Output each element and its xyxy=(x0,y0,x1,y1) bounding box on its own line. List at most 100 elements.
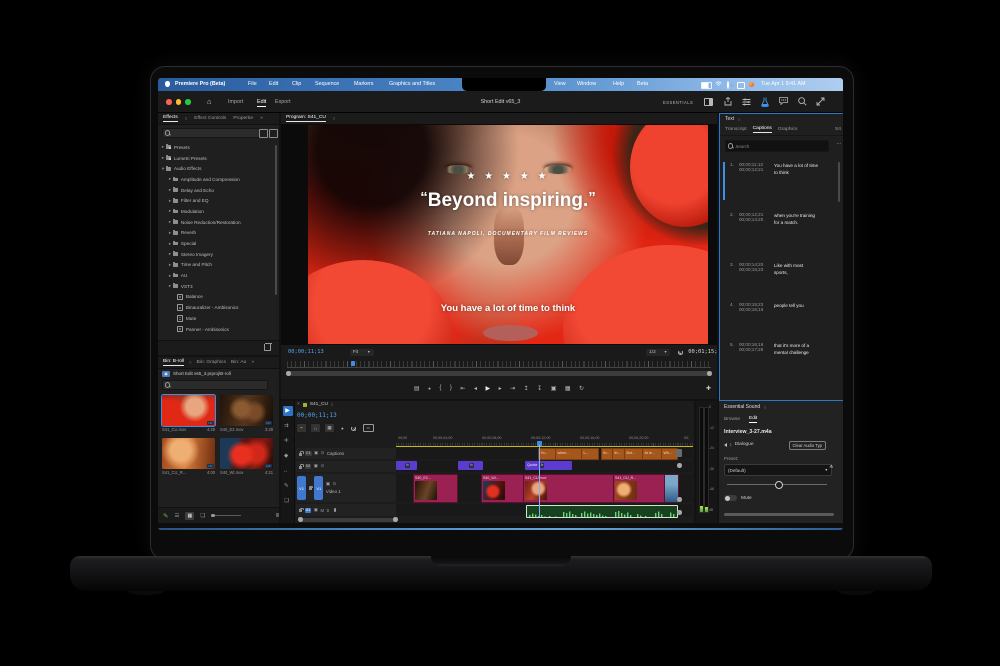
timeline-wrench-icon[interactable] xyxy=(351,426,356,431)
intensity-slider-track[interactable] xyxy=(727,484,827,485)
slip-tool[interactable]: ↔ xyxy=(283,468,288,474)
captions-search-input[interactable]: Search xyxy=(725,140,829,152)
tree-item[interactable]: ▸Time and Pitch xyxy=(160,260,272,271)
lock-icon[interactable] xyxy=(299,509,302,512)
lift-icon[interactable]: ↥ xyxy=(524,385,529,392)
icon-view-button[interactable]: ▦ xyxy=(185,512,194,520)
caption-row[interactable]: 1. 00;00;11;1300;00;12;21 You have a lot… xyxy=(730,162,818,177)
share-icon[interactable] xyxy=(724,97,732,106)
menu-graphics-titles[interactable]: Graphics and Titles xyxy=(389,81,435,87)
track-mute-button[interactable]: M xyxy=(320,508,324,513)
audio-effects-filter-icon[interactable] xyxy=(269,129,278,138)
intensity-slider-thumb[interactable] xyxy=(775,481,783,489)
clip-item[interactable]: ••• S41_CU_R...4:00 xyxy=(162,438,215,475)
tree-item[interactable]: ▸Lumetri Presets xyxy=(160,153,272,164)
tabs-overflow-icon[interactable]: » xyxy=(260,116,263,121)
beta-flask-icon[interactable] xyxy=(761,97,769,107)
video-clip[interactable]: S40_WI... xyxy=(481,474,525,503)
tab-program[interactable]: Program: S41_CU xyxy=(286,115,326,122)
caption-row[interactable]: 2. 00;00;12;2100;00;14;20 when you're tr… xyxy=(730,212,818,227)
program-video-frame[interactable]: ★ ★ ★ ★ ★ “Beyond inspiring.” TATIANA NA… xyxy=(308,125,708,344)
insert-track-icon[interactable]: ▣ xyxy=(326,482,330,486)
settings-wrench-icon[interactable] xyxy=(677,350,682,355)
graphic-clip[interactable]: fx xyxy=(396,461,417,470)
go-to-in-icon[interactable]: ⇤ xyxy=(460,385,465,392)
feedback-chat-icon[interactable] xyxy=(779,97,788,105)
user-avatar[interactable] xyxy=(749,82,754,87)
tab-bin-graphics[interactable]: Bin: Graphics xyxy=(197,360,226,365)
snap-toggle[interactable]: ⌁ xyxy=(296,423,307,433)
lock-icon[interactable] xyxy=(309,487,312,490)
tree-item[interactable]: ▸AU xyxy=(160,270,272,281)
tree-item[interactable]: ▸Amplitude and Compression xyxy=(160,174,272,185)
scroll-handle-left[interactable] xyxy=(298,517,303,522)
playhead-line[interactable] xyxy=(539,445,540,517)
v2-track-lane[interactable]: fx fx Quote fx xyxy=(396,461,693,472)
panel-menu-icon[interactable]: ≡ xyxy=(185,116,187,121)
tab-bin-broll[interactable]: Bin: B-roll xyxy=(163,359,184,366)
menu-file[interactable]: File xyxy=(248,81,257,87)
freeform-view-icon[interactable]: ❏ xyxy=(200,513,205,519)
clear-audio-type-button[interactable]: Clear Audio Typ xyxy=(789,441,826,450)
clip-options-badge[interactable]: ••• xyxy=(265,421,272,425)
tree-item[interactable]: ▸Special xyxy=(160,238,272,249)
export-frame-icon[interactable]: ▤ xyxy=(414,385,420,392)
mark-in-icon[interactable]: { xyxy=(439,385,441,391)
lane-scroll-knob[interactable] xyxy=(677,463,682,468)
track-target-v1[interactable]: V1 xyxy=(314,476,323,500)
tab-extra[interactable]: S4 xyxy=(835,127,843,132)
tab-effect-controls[interactable]: Effect Controls xyxy=(194,116,226,121)
close-icon[interactable]: × xyxy=(297,402,300,407)
sort-icon[interactable]: ≣ xyxy=(275,513,279,519)
add-marker-icon[interactable]: ● xyxy=(428,386,431,391)
export-settings-icon[interactable] xyxy=(742,98,751,106)
hand-tool[interactable]: ❏ xyxy=(284,498,289,504)
selection-tool[interactable]: ▶ xyxy=(283,406,293,416)
tree-item[interactable]: ▾Audio Effects xyxy=(160,163,272,174)
tab-transcript[interactable]: Transcript xyxy=(725,127,747,132)
audio-clip[interactable] xyxy=(526,505,678,518)
step-forward-icon[interactable]: ▸ xyxy=(499,385,502,392)
mic-icon[interactable] xyxy=(334,508,337,512)
insert-track-icon[interactable]: ▣ xyxy=(314,464,318,468)
fit-dropdown[interactable]: Fit▼ xyxy=(350,349,374,356)
razor-tool[interactable]: ◆ xyxy=(284,453,288,459)
captions-scrollbar[interactable] xyxy=(838,162,840,202)
sequence-tab[interactable]: × S41_CU ≡ xyxy=(297,402,333,407)
tree-item[interactable]: ▸Presets xyxy=(160,142,272,153)
panel-menu-icon[interactable]: ≡ xyxy=(738,117,740,122)
preset-dropdown[interactable]: (Default)▼ xyxy=(724,464,832,476)
a1-track-lane[interactable] xyxy=(396,504,693,516)
mark-out-icon[interactable]: } xyxy=(450,385,452,391)
panel-menu-icon[interactable]: ≡ xyxy=(333,116,335,121)
tabs-overflow-icon[interactable]: » xyxy=(251,360,254,365)
pen-tool[interactable]: ✎ xyxy=(284,483,289,489)
menu-sequence[interactable]: Sequence xyxy=(315,81,339,87)
tree-item[interactable]: Mute xyxy=(160,313,272,324)
menu-edit[interactable]: Edit xyxy=(269,81,278,87)
menu-beta[interactable]: Beta xyxy=(637,81,648,87)
more-options-button[interactable]: ... xyxy=(837,140,841,146)
accelerated-effects-icon[interactable] xyxy=(259,129,268,138)
clip-item[interactable]: ••• S40_WI.mov4:21 xyxy=(220,438,273,475)
track-select-tool[interactable]: ⇉ xyxy=(284,423,289,429)
clip-options-badge[interactable]: ••• xyxy=(207,421,214,425)
extract-icon[interactable]: ↧ xyxy=(537,385,542,392)
graphic-clip-quote[interactable]: Quote fx xyxy=(525,461,572,470)
program-timecode[interactable]: 00;00;11;13 xyxy=(288,349,324,355)
menu-clip[interactable]: Clip xyxy=(292,81,301,87)
camera-icon[interactable]: ▣ xyxy=(551,385,557,392)
track-badge-c1[interactable]: C1 xyxy=(305,451,312,456)
v1-track-lane[interactable]: S40_E2... S40_WI... S41_CU.mov S41_CU_R.… xyxy=(396,474,693,502)
video-clip[interactable]: S40_E2... xyxy=(413,474,458,503)
ripple-edit-tool[interactable]: ✛ xyxy=(284,438,289,444)
save-preset-icon[interactable]: ≛ xyxy=(829,465,834,471)
scroll-handle-right[interactable] xyxy=(393,517,398,522)
linked-selection-toggle[interactable]: ∩ xyxy=(310,423,321,433)
insert-track-icon[interactable]: ▣ xyxy=(314,508,318,512)
track-solo-button[interactable]: S xyxy=(326,508,329,513)
track-target-a1[interactable]: A1 xyxy=(305,508,311,513)
apple-menu-icon[interactable] xyxy=(165,81,170,87)
bin-breadcrumb[interactable]: ▣ Short Edit v65_3.prproj\B-roll xyxy=(162,371,231,377)
panel-menu-icon[interactable]: ≡ xyxy=(189,360,191,365)
